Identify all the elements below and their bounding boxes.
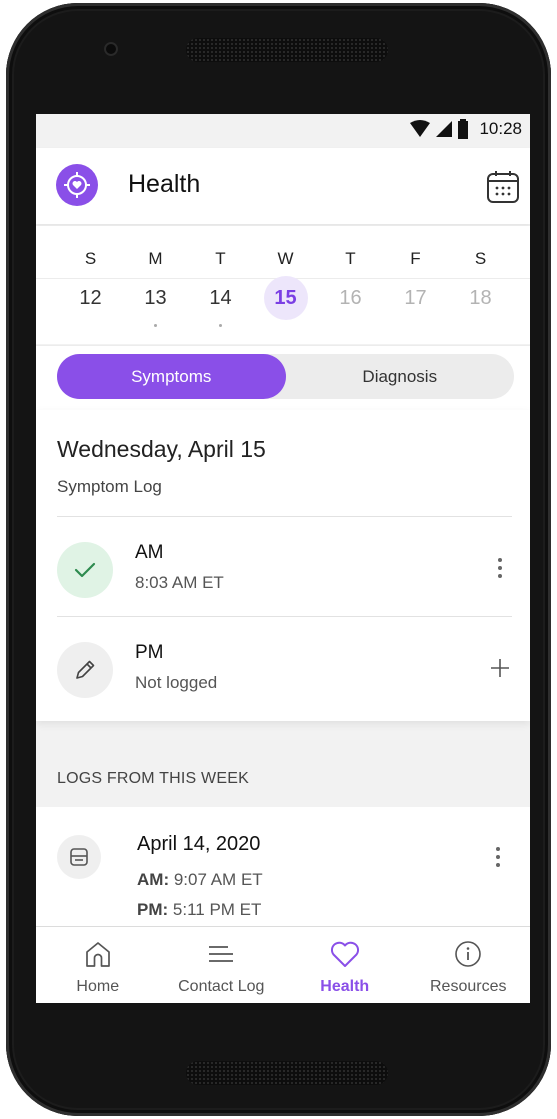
nav-contact-log[interactable]: Contact Log: [160, 927, 284, 1003]
pm-label: PM: [135, 642, 164, 663]
more-vertical-icon: [496, 847, 500, 867]
tab-bar: Symptoms Diagnosis: [36, 345, 530, 411]
divider: [57, 516, 512, 517]
date-16: 16: [339, 287, 362, 309]
health-logo-icon: [56, 164, 98, 206]
week-log-am: AM: 9:07 AM ET: [137, 870, 263, 890]
week-log-item[interactable]: April 14, 2020 AM: 9:07 AM ET PM: 5:11 P…: [36, 807, 530, 937]
day-name-wed: W: [277, 249, 294, 268]
week-log-date: April 14, 2020: [137, 833, 261, 855]
week-log-more-button[interactable]: [484, 843, 512, 871]
menu-lines-icon: [204, 937, 238, 971]
date-18: 18: [469, 287, 492, 309]
date-13[interactable]: 13: [134, 276, 178, 320]
tab-diagnosis[interactable]: Diagnosis: [286, 354, 515, 399]
calendar-button[interactable]: [486, 170, 520, 204]
am-prefix: AM:: [137, 870, 170, 889]
top-speaker: [186, 38, 388, 62]
day-name-sun: S: [84, 249, 97, 268]
nav-health-label: Health: [320, 978, 370, 995]
logged-dot: [218, 324, 222, 327]
nav-resources[interactable]: Resources: [407, 927, 531, 1003]
status-bar: 10:28: [36, 114, 530, 148]
am-entry[interactable]: AM 8:03 AM ET: [36, 518, 530, 616]
nav-contact-log-label: Contact Log: [178, 978, 265, 995]
logged-dot: [153, 324, 157, 327]
week-dates: 12 13 14 15 16 17 18: [58, 276, 530, 327]
date-12[interactable]: 12: [69, 276, 113, 320]
day-name-tue: T: [215, 249, 226, 268]
am-label: AM: [135, 542, 164, 563]
pm-entry[interactable]: PM Not logged: [36, 618, 530, 716]
wifi-icon: [410, 120, 431, 137]
am-more-button[interactable]: [486, 554, 514, 582]
page-title: Health: [128, 170, 201, 198]
pm-status: Not logged: [135, 673, 218, 692]
status-time: 10:28: [479, 119, 522, 138]
date-14[interactable]: 14: [199, 276, 243, 320]
heart-icon: [328, 937, 362, 971]
bottom-navigation: Home Contact Log Health Resources: [36, 926, 530, 1003]
battery-icon: [458, 119, 469, 139]
pm-prefix: PM:: [137, 900, 169, 919]
log-subtitle: Symptom Log: [57, 477, 162, 496]
tab-symptoms[interactable]: Symptoms: [57, 354, 286, 399]
day-name-mon: M: [148, 249, 163, 268]
pencil-icon: [57, 642, 113, 698]
am-time: 8:03 AM ET: [135, 573, 224, 592]
pm-time: 5:11 PM ET: [172, 900, 262, 919]
nav-home[interactable]: Home: [36, 927, 160, 1003]
divider: [57, 616, 512, 617]
symptom-log-card: Wednesday, April 15 Symptom Log AM 8:03 …: [36, 410, 530, 721]
check-icon: [57, 542, 113, 598]
calendar-icon: [487, 171, 519, 203]
date-17: 17: [404, 287, 427, 309]
week-log-pm: PM: 5:11 PM ET: [137, 900, 261, 920]
segmented-control: Symptoms Diagnosis: [57, 354, 514, 399]
log-archive-icon: [57, 835, 101, 879]
week-logs-heading: LOGS FROM THIS WEEK: [57, 770, 249, 787]
plus-icon: [491, 659, 509, 677]
am-time: 9:07 AM ET: [173, 870, 263, 889]
nav-health[interactable]: Health: [283, 927, 407, 1003]
bottom-speaker: [186, 1061, 388, 1085]
week-strip: S M T W T F S 12 13 14 15 16 17 18: [36, 226, 530, 344]
home-icon: [81, 937, 115, 971]
app-screen: 10:28 Health S M T W T F S 12 13 14 15 1…: [36, 114, 530, 1003]
week-day-names: S M T W T F S: [58, 249, 530, 269]
info-icon: [451, 937, 485, 971]
more-vertical-icon: [498, 558, 502, 578]
app-bar: Health: [36, 148, 530, 224]
add-pm-log-button[interactable]: [486, 654, 514, 682]
day-name-thu: T: [345, 249, 356, 268]
front-camera: [104, 42, 118, 56]
day-name-fri: F: [410, 249, 421, 268]
log-date: Wednesday, April 15: [57, 436, 266, 462]
nav-home-label: Home: [76, 978, 120, 995]
nav-resources-label: Resources: [430, 978, 507, 995]
signal-icon: [436, 121, 453, 137]
day-name-sat: S: [474, 249, 487, 268]
date-15-selected[interactable]: 15: [263, 276, 308, 320]
